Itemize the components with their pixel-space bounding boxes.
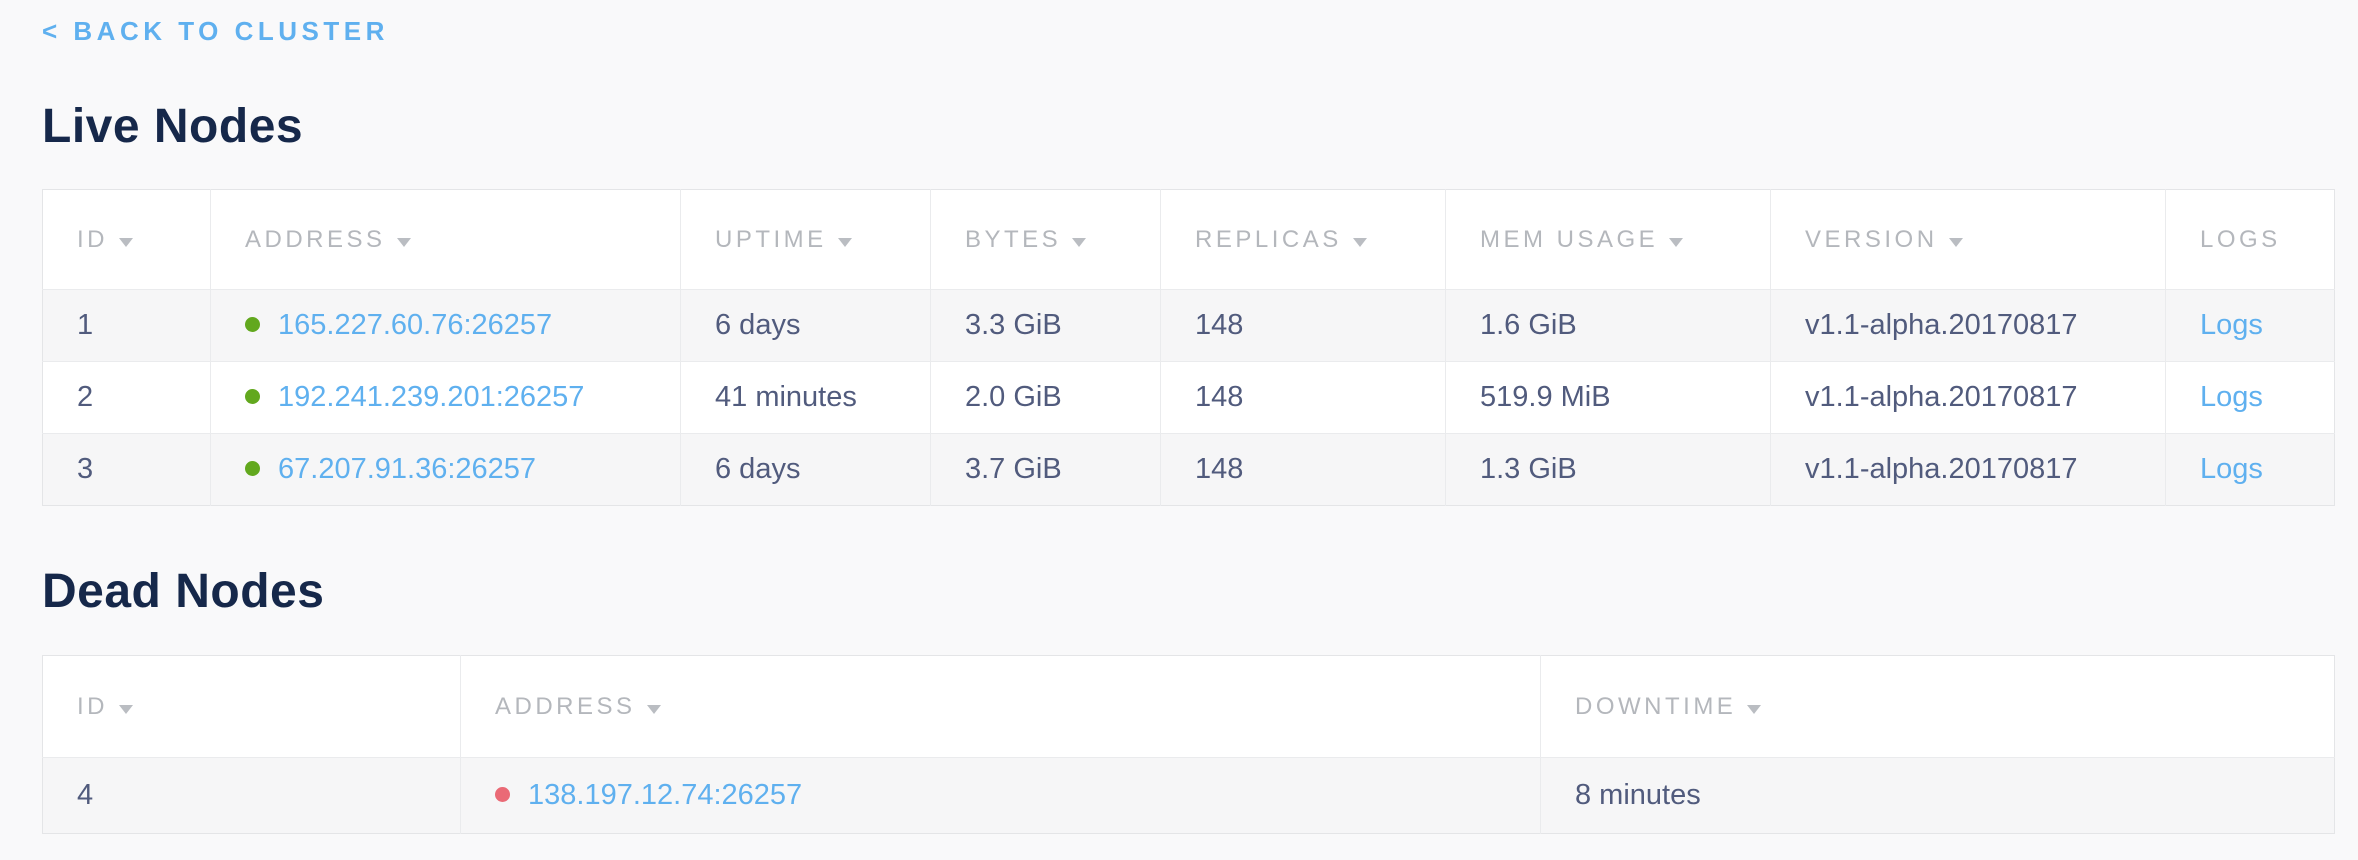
column-header-label: BYTES — [965, 226, 1061, 253]
column-header-bytes[interactable]: BYTES — [931, 190, 1161, 290]
cell-version: v1.1-alpha.20170817 — [1771, 362, 2166, 434]
dead-header-row: ID ADDRESS DOWNTIME — [43, 656, 2335, 758]
cell-node-address: 192.241.239.201:26257 — [211, 362, 681, 434]
cell-node-id: 2 — [43, 362, 211, 434]
cell-downtime: 8 minutes — [1541, 758, 2335, 834]
dead-nodes-table: ID ADDRESS DOWNTIME 4 138.197.12.74:2625… — [42, 655, 2335, 834]
cell-logs: Logs — [2166, 362, 2335, 434]
cell-mem-usage: 519.9 MiB — [1446, 362, 1771, 434]
column-header-address[interactable]: ADDRESS — [461, 656, 1541, 758]
sort-arrow-icon — [647, 705, 661, 714]
cell-node-id: 1 — [43, 290, 211, 362]
column-header-label: ID — [77, 693, 108, 720]
sort-arrow-icon — [119, 705, 133, 714]
column-header-label: MEM USAGE — [1480, 226, 1658, 253]
cell-bytes: 3.7 GiB — [931, 434, 1161, 506]
logs-link[interactable]: Logs — [2200, 453, 2263, 485]
sort-arrow-icon — [397, 238, 411, 247]
cell-node-id: 4 — [43, 758, 461, 834]
cell-mem-usage: 1.3 GiB — [1446, 434, 1771, 506]
sort-arrow-icon — [838, 238, 852, 247]
sort-arrow-icon — [1072, 238, 1086, 247]
node-address-link[interactable]: 165.227.60.76:26257 — [278, 309, 552, 341]
table-row: 1 165.227.60.76:26257 6 days 3.3 GiB 148… — [43, 290, 2335, 362]
live-nodes-title: Live Nodes — [42, 99, 2334, 155]
healthy-status-icon — [245, 461, 260, 476]
column-header-label: DOWNTIME — [1575, 693, 1736, 720]
column-header-label: REPLICAS — [1195, 226, 1342, 253]
cell-bytes: 3.3 GiB — [931, 290, 1161, 362]
cell-node-address: 165.227.60.76:26257 — [211, 290, 681, 362]
logs-link[interactable]: Logs — [2200, 309, 2263, 341]
column-header-id[interactable]: ID — [43, 656, 461, 758]
column-header-id[interactable]: ID — [43, 190, 211, 290]
cell-version: v1.1-alpha.20170817 — [1771, 290, 2166, 362]
cell-replicas: 148 — [1161, 434, 1446, 506]
cell-mem-usage: 1.6 GiB — [1446, 290, 1771, 362]
cell-logs: Logs — [2166, 434, 2335, 506]
cell-node-address: 138.197.12.74:26257 — [461, 758, 1541, 834]
cell-node-address: 67.207.91.36:26257 — [211, 434, 681, 506]
column-header-address[interactable]: ADDRESS — [211, 190, 681, 290]
sort-arrow-icon — [1669, 238, 1683, 247]
logs-link[interactable]: Logs — [2200, 381, 2263, 413]
sort-arrow-icon — [1353, 238, 1367, 247]
dead-nodes-title: Dead Nodes — [42, 564, 2334, 620]
cell-uptime: 6 days — [681, 290, 931, 362]
table-row: 4 138.197.12.74:26257 8 minutes — [43, 758, 2335, 834]
node-address-link[interactable]: 138.197.12.74:26257 — [528, 779, 802, 811]
column-header-label: ID — [77, 226, 108, 253]
cell-bytes: 2.0 GiB — [931, 362, 1161, 434]
column-header-label: ADDRESS — [245, 226, 386, 253]
cell-replicas: 148 — [1161, 362, 1446, 434]
table-row: 2 192.241.239.201:26257 41 minutes 2.0 G… — [43, 362, 2335, 434]
cell-replicas: 148 — [1161, 290, 1446, 362]
sort-arrow-icon — [1747, 705, 1761, 714]
dead-status-icon — [495, 787, 510, 802]
cell-uptime: 6 days — [681, 434, 931, 506]
cell-version: v1.1-alpha.20170817 — [1771, 434, 2166, 506]
column-header-uptime[interactable]: UPTIME — [681, 190, 931, 290]
cell-uptime: 41 minutes — [681, 362, 931, 434]
column-header-logs: LOGS — [2166, 190, 2335, 290]
live-nodes-table: ID ADDRESS UPTIME BYTES REPLICAS MEM USA… — [42, 189, 2335, 506]
column-header-label: ADDRESS — [495, 693, 636, 720]
table-row: 3 67.207.91.36:26257 6 days 3.7 GiB 148 … — [43, 434, 2335, 506]
node-address-link[interactable]: 192.241.239.201:26257 — [278, 381, 584, 413]
cell-node-id: 3 — [43, 434, 211, 506]
column-header-mem-usage[interactable]: MEM USAGE — [1446, 190, 1771, 290]
column-header-label: UPTIME — [715, 226, 827, 253]
column-header-version[interactable]: VERSION — [1771, 190, 2166, 290]
healthy-status-icon — [245, 317, 260, 332]
column-header-label: LOGS — [2200, 226, 2281, 253]
column-header-label: VERSION — [1805, 226, 1938, 253]
cell-logs: Logs — [2166, 290, 2335, 362]
column-header-downtime[interactable]: DOWNTIME — [1541, 656, 2335, 758]
sort-arrow-icon — [119, 238, 133, 247]
node-address-link[interactable]: 67.207.91.36:26257 — [278, 453, 536, 485]
healthy-status-icon — [245, 389, 260, 404]
sort-arrow-icon — [1949, 238, 1963, 247]
column-header-replicas[interactable]: REPLICAS — [1161, 190, 1446, 290]
live-header-row: ID ADDRESS UPTIME BYTES REPLICAS MEM USA… — [43, 190, 2335, 290]
back-to-cluster-link[interactable]: < BACK TO CLUSTER — [42, 16, 389, 47]
node-list-page: < BACK TO CLUSTER Live Nodes ID ADDRESS … — [0, 0, 2358, 860]
